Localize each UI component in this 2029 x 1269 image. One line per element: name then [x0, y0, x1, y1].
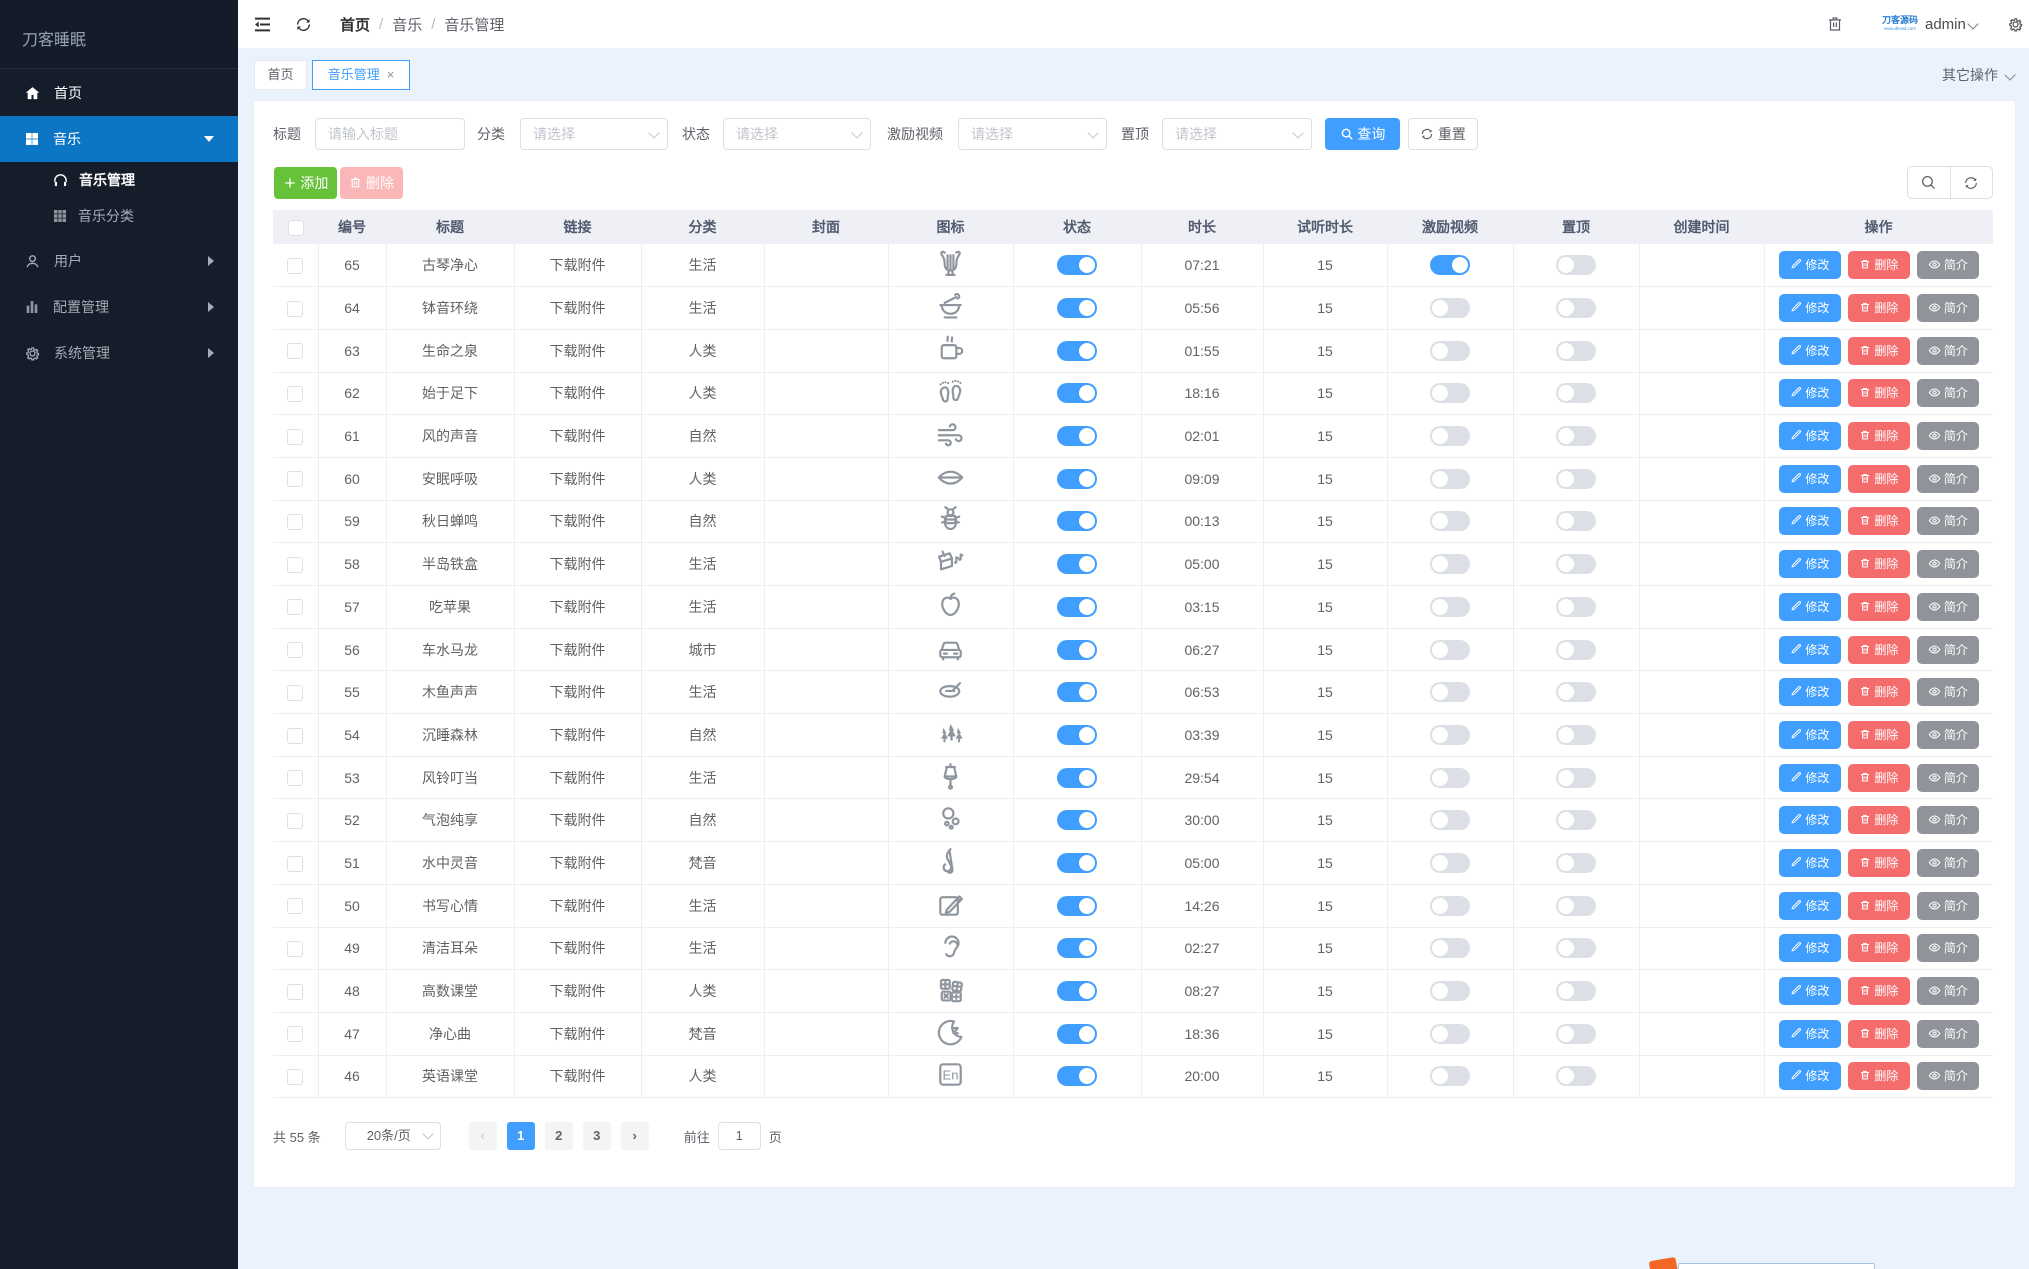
svg-text:En: En [942, 1068, 958, 1083]
